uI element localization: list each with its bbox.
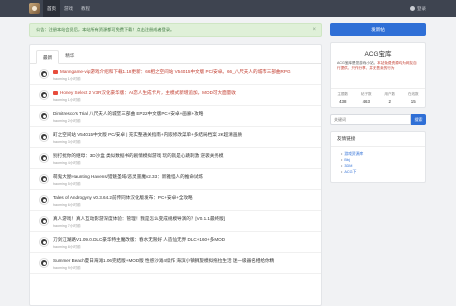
search-box: 搜索 (330, 114, 426, 125)
thread-row[interactable]: 刀剑江湖路V1.09.0.DLC豪华特主魔改版：春水无限好 人造仙无界 DLC+… (30, 232, 321, 253)
nav-home[interactable]: 首页 (43, 0, 60, 17)
thread-row[interactable]: Summer Beach夏日海滩1.06完结版+MOD版 性感沙滩4续作 海滨小… (30, 253, 321, 274)
avatar[interactable] (39, 174, 49, 184)
nav-tutorials[interactable]: 教程 (77, 0, 94, 17)
site-stats: 主题数 438 帖子数 463 用户数 2 在线数 15 (331, 88, 425, 104)
thread-row[interactable]: 萌鬼大屋Haunting Havens/猎魅圣域/恶灵噩魔v2.33：新雅怪人的… (30, 169, 321, 190)
site-info-card: ACG宝库 ACG宝库是您游戏小站，本站免费资源均为网友自行提供，只作分享，并无… (330, 42, 426, 108)
thread-meta: haoming 5小时前 (53, 182, 81, 186)
avatar[interactable] (39, 111, 49, 121)
login-link[interactable]: 登录 (410, 0, 426, 17)
thread-title[interactable]: Tales of Androgyny v0.3.64.2前传同体汉化版发布：PC… (53, 190, 321, 201)
announcement-text: 公告：注册本站会员后，本站所有资源都可免费下载！点击注册成者登录。 (36, 27, 175, 32)
thread-title[interactable]: Honey Select 2 V3R汉化豪华版：AI恋人生成卡片，主模式新增追加… (53, 85, 321, 96)
friend-links-list: 游戏资源库 Bbj 3DM ACG下 (331, 147, 425, 175)
nav-games[interactable]: 游戏 (60, 0, 77, 17)
thread-meta: haoming 1小时前 (53, 77, 81, 81)
friend-link[interactable]: ACG下 (341, 169, 415, 175)
site-name: ACG宝库 (364, 51, 392, 58)
stat-threads: 主题数 438 (337, 92, 349, 104)
thread-title[interactable]: 真人游戏！真人互动影游深度体验：管理！我是怎么变成规模导演的？[V0.1.1最终… (53, 211, 321, 222)
thread-list: Manngame-vip游戏介绍和下载1.18更新：66相之空间站 V54015… (30, 64, 321, 274)
thread-meta: haoming 2小时前 (53, 119, 81, 123)
thread-row[interactable]: Tales of Androgyny v0.3.64.2前传同体汉化版发布：PC… (30, 190, 321, 211)
thread-row[interactable]: 真人游戏！真人互动影游深度体验：管理！我是怎么变成规模导演的？[V0.1.1最终… (30, 211, 321, 232)
avatar[interactable] (39, 69, 49, 79)
tab-latest[interactable]: 最新 (36, 50, 60, 64)
friend-links-title: 友情链接 (331, 132, 425, 147)
friend-links-card: 友情链接 游戏资源库 Bbj 3DM ACG下 (330, 131, 426, 183)
thread-title[interactable]: 别打扰你的继母：3D沙盒 类似数据书的剧情模拟游戏 玩的就是心跳刺激 逆袭关务模 (53, 148, 321, 159)
avatar[interactable] (39, 90, 49, 100)
stat-posts: 帖子数 463 (360, 92, 372, 104)
avatar[interactable] (39, 132, 49, 142)
site-description: ACG宝库是您游戏小站，本站免费资源均为网友自行提供，只作分享，并无售卖的行为 (331, 58, 425, 71)
thread-list-panel: 最新 精华 Manngame-vip游戏介绍和下载1.18更新：66相之空间站 … (29, 44, 322, 306)
avatar[interactable] (39, 258, 49, 268)
thread-tabs: 最新 精华 (30, 45, 321, 64)
thread-row[interactable]: Dimitresco's Trial 八尺夫人的城堡三部曲 EP22中文版PC+… (30, 106, 321, 127)
thread-title[interactable]: Manngame-vip游戏介绍和下载1.18更新：66相之空间站 V54015… (53, 64, 321, 75)
thread-meta: haoming 7小时前 (53, 224, 81, 228)
search-input[interactable] (330, 114, 411, 125)
search-button[interactable]: 搜索 (411, 114, 426, 125)
thread-meta: haoming 9小时前 (53, 266, 81, 270)
new-post-button[interactable]: 发新帖 (330, 23, 426, 36)
main-nav: 首页 游戏 教程 (43, 0, 94, 17)
avatar[interactable] (39, 237, 49, 247)
thread-title[interactable]: Summer Beach夏日海滩1.06完结版+MOD版 性感沙滩4续作 海滨小… (53, 253, 321, 264)
thread-row[interactable]: 别打扰你的继母：3D沙盒 类似数据书的剧情模拟游戏 玩的就是心跳刺激 逆袭关务模… (30, 148, 321, 169)
thread-meta: haoming 4小时前 (53, 161, 81, 165)
stat-online: 在线数 15 (407, 92, 419, 104)
thread-row[interactable]: 町之空间站 V54015中文版 PC/安卓 | 充实整通关指南+内嵌修改菜单+多… (30, 127, 321, 148)
sidebar: 发新帖 ACG宝库 ACG宝库是您游戏小站，本站免费资源均为网友自行提供，只作分… (330, 23, 426, 183)
thread-meta: haoming 3小时前 (53, 140, 81, 144)
pinned-tag-icon (53, 90, 58, 95)
thread-meta: haoming 1小时前 (53, 98, 81, 102)
thread-meta: haoming 6小时前 (53, 203, 81, 207)
stat-users: 用户数 2 (384, 92, 396, 104)
thread-row[interactable]: Manngame-vip游戏介绍和下载1.18更新：66相之空间站 V54015… (30, 64, 321, 85)
top-navbar: 首页 游戏 教程 登录 (0, 0, 456, 17)
site-logo[interactable] (29, 3, 40, 14)
pinned-tag-icon (53, 69, 58, 74)
thread-title[interactable]: 萌鬼大屋Haunting Havens/猎魅圣域/恶灵噩魔v2.33：新雅怪人的… (53, 169, 321, 180)
thread-title[interactable]: 町之空间站 V54015中文版 PC/安卓 | 充实整通关指南+内嵌修改菜单+多… (53, 127, 321, 138)
login-label: 登录 (417, 5, 426, 11)
user-icon (410, 6, 415, 11)
close-icon[interactable]: × (312, 24, 316, 36)
avatar[interactable] (39, 195, 49, 205)
tab-featured[interactable]: 精华 (59, 49, 80, 63)
site-desc-text: ACG宝库是您游戏小站， (337, 61, 378, 65)
avatar[interactable] (39, 153, 49, 163)
thread-title[interactable]: Dimitresco's Trial 八尺夫人的城堡三部曲 EP22中文版PC+… (53, 106, 321, 117)
thread-title[interactable]: 刀剑江湖路V1.09.0.DLC豪华特主魔改版：春水无限好 人造仙无界 DLC+… (53, 232, 321, 243)
thread-meta: haoming 8小时前 (53, 245, 81, 249)
avatar[interactable] (39, 216, 49, 226)
announcement-bar: 公告：注册本站会员后，本站所有资源都可免费下载！点击注册成者登录。 × (29, 23, 322, 37)
thread-row[interactable]: Honey Select 2 V3R汉化豪华版：AI恋人生成卡片，主模式新增追加… (30, 85, 321, 106)
